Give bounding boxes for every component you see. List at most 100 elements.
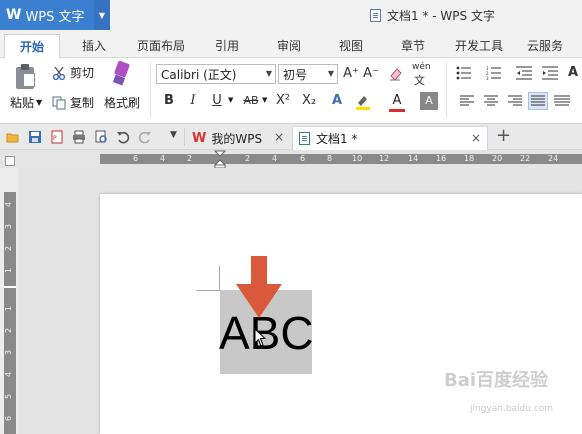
justify-button[interactable] xyxy=(528,92,548,110)
close-icon[interactable]: × xyxy=(471,131,481,145)
tab-references[interactable]: 引用 xyxy=(215,34,239,58)
pinyin-char: 文 xyxy=(414,74,425,87)
print-preview-icon[interactable] xyxy=(94,130,108,144)
undo-icon[interactable] xyxy=(116,130,130,144)
tab-review[interactable]: 审阅 xyxy=(277,34,301,58)
italic-button[interactable]: I xyxy=(184,92,202,110)
shrink-font-button[interactable]: A⁻ xyxy=(362,65,380,83)
ruler-number: 12 xyxy=(379,154,390,163)
document-tab-bar: P ▼ W 我的WPS × 文档1 * × + xyxy=(0,124,582,150)
app-menu-button[interactable]: W WPS 文字 ▼ xyxy=(0,0,110,30)
ruler-number: 4 xyxy=(4,371,14,378)
menu-bar: 开始 插入 页面布局 引用 审阅 视图 章节 开发工具 云服务 xyxy=(0,30,582,58)
print-icon[interactable] xyxy=(72,130,86,144)
close-icon[interactable]: × xyxy=(274,130,284,144)
format-painter-label: 格式刷 xyxy=(104,96,141,110)
increase-indent-icon[interactable] xyxy=(542,66,558,80)
format-painter-label-group[interactable]: 格式刷 xyxy=(104,94,140,111)
horizontal-ruler[interactable]: 6 4 2 2 4 6 8 10 12 14 16 18 20 22 24 xyxy=(0,150,582,168)
ruler-number: 5 xyxy=(4,393,14,400)
ruler-number: 3 xyxy=(4,349,14,356)
new-tab-button[interactable]: + xyxy=(496,125,511,146)
font-color-button[interactable]: A xyxy=(388,92,406,110)
margin-corner-mark xyxy=(196,290,220,291)
paste-label-group[interactable]: 粘贴 ▼ xyxy=(10,94,42,111)
superscript-button[interactable]: X² xyxy=(272,92,294,110)
strikethrough-button[interactable]: AB xyxy=(240,92,262,110)
highlight-icon[interactable] xyxy=(354,94,372,110)
align-center-icon[interactable] xyxy=(484,95,498,107)
font-size-select[interactable]: 初号 ▼ xyxy=(278,64,338,84)
chevron-down-icon[interactable]: ▼ xyxy=(94,0,110,30)
chevron-down-icon[interactable]: ▼ xyxy=(262,96,267,104)
distributed-align-icon[interactable] xyxy=(554,95,570,107)
char-shading-button[interactable]: A xyxy=(420,92,438,110)
subscript-button[interactable]: X₂ xyxy=(298,92,320,110)
quick-access-more-icon[interactable]: ▼ xyxy=(170,130,177,140)
tab-page-layout[interactable]: 页面布局 xyxy=(137,34,185,58)
cut-button[interactable]: 剪切 xyxy=(52,64,94,81)
app-name: WPS 文字 xyxy=(25,9,85,25)
ruler-number: 2 xyxy=(245,154,251,163)
tab-developer[interactable]: 开发工具 xyxy=(455,34,503,58)
ruler-number: 1 xyxy=(4,267,14,274)
align-right-icon[interactable] xyxy=(508,95,522,107)
ruler-number: 2 xyxy=(187,154,193,163)
tab-home[interactable]: 开始 xyxy=(4,34,60,58)
tab-view[interactable]: 视图 xyxy=(339,34,363,58)
vertical-ruler[interactable]: 4 3 2 1 1 2 3 4 5 6 xyxy=(4,192,16,434)
tab-chapter[interactable]: 章节 xyxy=(401,34,425,58)
bold-button[interactable]: B xyxy=(160,92,178,110)
redo-icon[interactable] xyxy=(138,130,152,144)
font-size-value: 初号 xyxy=(283,67,308,82)
paste-button[interactable] xyxy=(14,64,36,90)
document-page[interactable] xyxy=(100,194,582,434)
copy-button[interactable]: 复制 xyxy=(52,94,94,111)
tab-stop-selector[interactable] xyxy=(5,156,15,166)
pinyin-guide-button[interactable]: wén xyxy=(412,62,431,72)
ruler-number: 8 xyxy=(327,154,333,163)
paste-label: 粘贴 xyxy=(10,96,35,110)
ruler-number: 3 xyxy=(4,223,14,230)
tab-my-wps-label: 我的WPS xyxy=(211,131,263,146)
text-effect-button[interactable]: A xyxy=(328,92,346,110)
numbered-list-icon[interactable]: 1 2 3 xyxy=(486,66,502,80)
export-pdf-icon[interactable]: P xyxy=(50,130,64,144)
copy-icon xyxy=(52,96,66,109)
ribbon: 粘贴 ▼ 剪切 复制 格式刷 Calibri (正文) ▼ 初号 ▼ A⁺ A⁻… xyxy=(0,58,582,124)
format-painter-button[interactable] xyxy=(112,60,132,86)
tab-my-wps[interactable]: W 我的WPS × xyxy=(186,126,290,150)
tab-cloud[interactable]: 云服务 xyxy=(527,34,563,58)
tab-document1[interactable]: 文档1 * × xyxy=(292,126,488,150)
justify-icon xyxy=(531,95,545,106)
chevron-down-icon: ▼ xyxy=(265,69,272,78)
font-color-swatch xyxy=(389,109,405,112)
bullet-list-icon[interactable] xyxy=(456,66,472,80)
chevron-down-icon[interactable]: ▼ xyxy=(228,96,233,104)
text-direction-button[interactable]: A xyxy=(564,64,582,82)
open-folder-icon[interactable] xyxy=(6,130,20,144)
ruler-number: 4 xyxy=(160,154,166,163)
copy-label: 复制 xyxy=(70,96,95,110)
format-painter-icon xyxy=(112,60,132,86)
align-left-icon[interactable] xyxy=(460,95,474,107)
tab-insert[interactable]: 插入 xyxy=(82,34,106,58)
indent-marker-icon[interactable] xyxy=(214,150,226,168)
font-family-select[interactable]: Calibri (正文) ▼ xyxy=(156,64,276,84)
save-icon[interactable] xyxy=(28,130,42,144)
decrease-indent-icon[interactable] xyxy=(516,66,532,80)
underline-button[interactable]: U xyxy=(208,92,226,110)
ruler-number: 14 xyxy=(408,154,419,163)
clear-format-icon[interactable] xyxy=(388,66,404,82)
chevron-down-icon: ▼ xyxy=(36,98,43,107)
ruler-number: 2 xyxy=(4,327,14,334)
ruler-number: 16 xyxy=(436,154,447,163)
baidu-watermark-url: jingyan.baidu.com xyxy=(470,404,554,414)
ruler-number: 4 xyxy=(272,154,278,163)
cut-label: 剪切 xyxy=(70,66,95,80)
ruler-number: 1 xyxy=(4,305,14,312)
window-title: 文档1 * - WPS 文字 xyxy=(370,7,495,24)
grow-font-button[interactable]: A⁺ xyxy=(342,65,360,83)
window-title-text: 文档1 * - WPS 文字 xyxy=(387,9,495,23)
paste-icon xyxy=(14,64,36,90)
